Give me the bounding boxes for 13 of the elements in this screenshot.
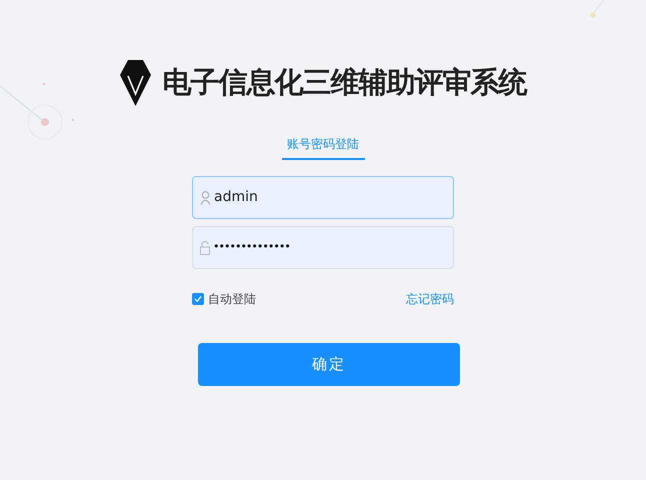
auto-login-label: 自动登陆 — [208, 291, 256, 308]
app-title: 电子信息化三维辅助评审系统 — [162, 64, 526, 102]
login-tab[interactable]: 账号密码登陆 — [282, 130, 364, 160]
lock-icon — [200, 240, 210, 254]
forgot-password-link[interactable]: 忘记密码 — [406, 290, 454, 308]
password-field[interactable]: •••••••••••••• — [192, 226, 454, 269]
username-value: admin — [214, 188, 258, 207]
auto-login-checkbox[interactable] — [192, 293, 204, 305]
password-value: •••••••••••••• — [213, 239, 290, 256]
logo-icon — [120, 60, 150, 106]
user-icon — [200, 190, 211, 204]
submit-button[interactable]: 确定 — [198, 343, 460, 386]
username-field[interactable]: admin — [192, 176, 454, 219]
